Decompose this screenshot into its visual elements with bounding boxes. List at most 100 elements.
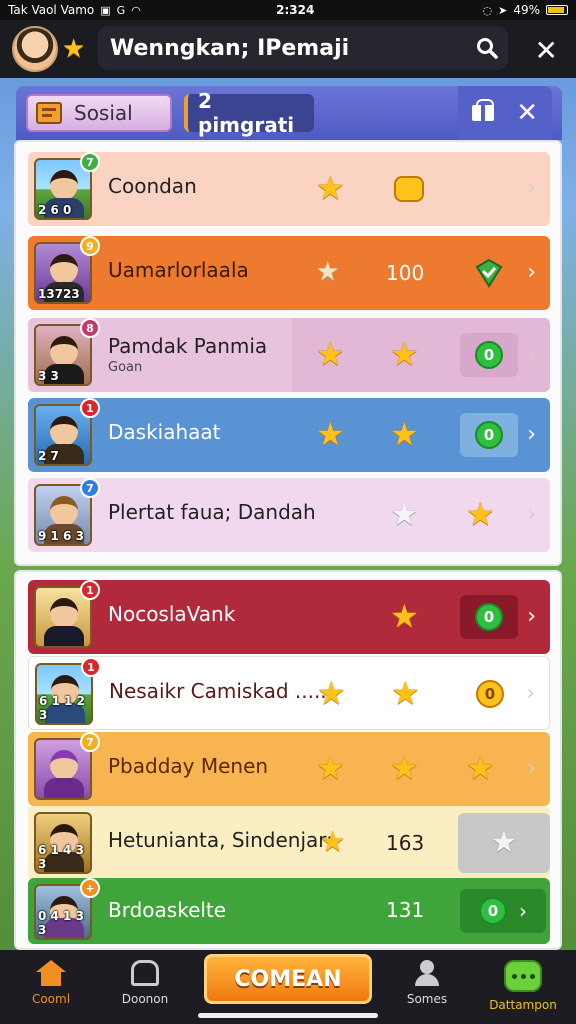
chevron-right-icon[interactable]: › xyxy=(527,260,536,285)
star-icon: ★ xyxy=(316,169,345,207)
chevron-right-icon[interactable]: › xyxy=(527,176,536,201)
portrait-number: 6 1 4 3 3 xyxy=(38,843,84,871)
nav-item-home[interactable]: Cooml xyxy=(6,960,96,1006)
alarm-icon: ◌ xyxy=(482,3,493,17)
list-item[interactable]: 0 4 1 3 3 + Brdoaskelte 131 0 › xyxy=(28,878,550,944)
star-icon: ★ xyxy=(316,335,345,373)
player-name: Uamarlorlaala xyxy=(108,258,249,282)
star-icon: ★ xyxy=(466,749,495,787)
list-item[interactable]: 7 Pbadday Menen ★ ★ ★ › xyxy=(28,732,550,806)
coin-box[interactable]: 0 xyxy=(460,595,518,639)
list-icon xyxy=(36,102,62,124)
chevron-right-icon[interactable]: › xyxy=(527,756,536,781)
wifi-icon: ◠ xyxy=(131,3,141,17)
search-icon[interactable] xyxy=(466,30,508,66)
player-name: Brdoaskelte xyxy=(108,898,227,922)
image-icon: ▣ xyxy=(100,3,111,17)
center-action-button[interactable]: COMEAN xyxy=(204,954,372,1004)
list-item[interactable]: 2 7 1 Daskiahaat ★ ★ 0 › xyxy=(28,398,550,472)
list-item[interactable]: 13723 9 Uamarlorlaala ★ 100 › xyxy=(28,236,550,310)
status-bar: Tak Vaol Vamo ▣ G ◠ 2:324 ◌ ➤ 49% xyxy=(0,0,576,20)
carrier-text: Tak Vaol Vamo xyxy=(8,3,95,17)
rank-badge: 7 xyxy=(80,732,100,752)
tab-programs-label: 2 pimgrati xyxy=(198,89,295,137)
list-item[interactable]: 6 1 4 3 3 Hetunianta, Sindenjar: ★ 163 ★ xyxy=(28,806,550,880)
portrait-number: 2 7 xyxy=(38,449,59,463)
battery-icon xyxy=(546,5,568,15)
player-name: Plertat faua; Dandah xyxy=(108,500,316,524)
g-icon: G xyxy=(116,3,126,17)
coin-icon: 0 xyxy=(475,603,503,631)
player-name: Coondan xyxy=(108,174,197,198)
nav-item-fifth[interactable]: Dattampon xyxy=(478,960,568,1012)
tab-programs[interactable]: 2 pimgrati xyxy=(184,89,314,137)
chat-icon xyxy=(504,960,542,992)
star-icon: ★ xyxy=(391,674,420,712)
shield-check-icon xyxy=(460,251,518,295)
nav-item-second[interactable]: Doonon xyxy=(100,960,190,1006)
coin-icon: 0 xyxy=(479,897,507,925)
gift-icon[interactable] xyxy=(472,99,495,121)
coin-box[interactable]: 0 xyxy=(461,672,519,716)
list-item[interactable]: 9 1 6 3 7 Plertat faua; Dandah ★ ★ › xyxy=(28,478,550,552)
portrait-number: 6 1 1 2 3 xyxy=(39,694,85,722)
friends-list-bottom: 1 NocoslaVank ★ 0 › 6 1 1 2 3 1 Nesaikr … xyxy=(14,570,562,950)
tab-social[interactable]: Sosial xyxy=(26,94,172,132)
coin-icon: 0 xyxy=(475,341,503,369)
list-item[interactable]: 3 3 8 Pamdak Panmia Goan ★ ★ 0 › xyxy=(28,318,550,392)
close-icon[interactable]: ✕ xyxy=(516,98,538,128)
title-bar: Wenngkan; IPemaji xyxy=(98,26,508,70)
coin-box[interactable]: 0 xyxy=(460,333,518,377)
coin-icon: 0 xyxy=(476,680,504,708)
coin-box[interactable]: 0 › xyxy=(460,889,546,933)
coin-icon xyxy=(380,167,438,211)
rank-badge: 8 xyxy=(80,318,100,338)
coin-box[interactable]: 0 xyxy=(460,413,518,457)
portrait-number: 2 6 0 xyxy=(38,203,72,217)
nav-label: Cooml xyxy=(31,992,71,1006)
top-bar: ★ Wenngkan; IPemaji ✕ xyxy=(0,20,576,78)
nav-label: Doonon xyxy=(121,992,169,1006)
portrait-number: 3 3 xyxy=(38,369,59,383)
score-value: 163 xyxy=(386,831,425,855)
player-name: Daskiahaat xyxy=(108,420,221,444)
star-icon: ★ xyxy=(466,495,495,533)
player-name: Pamdak Panmia xyxy=(108,334,268,358)
player-subtitle: Goan xyxy=(108,360,143,375)
people-icon xyxy=(412,960,442,986)
nav-item-fourth[interactable]: Somes xyxy=(382,960,472,1006)
avatar[interactable] xyxy=(12,26,58,72)
chevron-right-icon[interactable]: › xyxy=(527,422,536,447)
chevron-right-icon[interactable]: › xyxy=(527,342,536,367)
chevron-right-icon[interactable]: › xyxy=(527,502,536,527)
portrait-number: 13723 xyxy=(38,287,80,301)
star-icon: ★ xyxy=(316,415,345,453)
list-item[interactable]: 1 NocoslaVank ★ 0 › xyxy=(28,580,550,654)
star-icon: ★ xyxy=(390,335,419,373)
chevron-right-icon[interactable]: › xyxy=(527,604,536,629)
location-icon: ➤ xyxy=(498,3,508,17)
house-icon xyxy=(131,960,159,986)
tab-social-label: Sosial xyxy=(74,101,133,125)
close-icon[interactable]: ✕ xyxy=(535,34,558,67)
list-item[interactable]: 6 1 1 2 3 1 Nesaikr Camiskad ..... ★ ★ 0… xyxy=(28,656,550,730)
rank-badge: 9 xyxy=(80,236,100,256)
star-icon: ★ xyxy=(320,825,346,858)
list-item[interactable]: 2 6 0 7 Coondan ★ › xyxy=(28,152,550,226)
star-icon: ★ xyxy=(317,674,346,712)
nav-label: Dattampon xyxy=(489,998,557,1012)
player-name: Pbadday Menen xyxy=(108,754,269,778)
home-icon xyxy=(36,960,66,986)
portrait-number: 9 1 6 3 xyxy=(38,529,84,543)
chevron-right-icon[interactable]: › xyxy=(526,681,535,706)
home-indicator xyxy=(198,1013,378,1018)
status-time: 2:324 xyxy=(276,3,315,17)
header-actions: ✕ xyxy=(458,86,552,140)
player-portrait: 6 1 4 3 3 xyxy=(34,812,92,874)
rank-badge: 1 xyxy=(81,657,101,677)
star-icon: ★ xyxy=(62,34,86,64)
battery-text: 49% xyxy=(513,3,540,17)
rank-badge: 7 xyxy=(80,478,100,498)
star-box[interactable]: ★ xyxy=(458,813,550,873)
star-icon: ★ xyxy=(390,597,419,635)
